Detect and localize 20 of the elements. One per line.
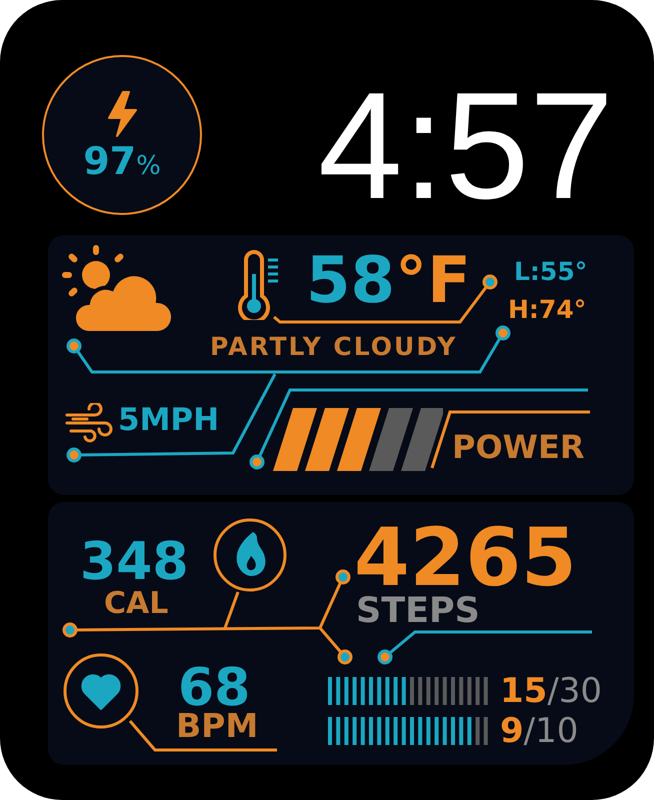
percent-sign: %: [136, 153, 161, 179]
calories-value: 348: [80, 536, 189, 588]
lightning-icon: [105, 90, 139, 138]
battery-percent: 97: [83, 142, 136, 180]
low-temperature: L:55°: [514, 259, 588, 284]
flame-icon: [213, 518, 287, 592]
goal-current: 9: [500, 714, 524, 748]
temperature-unit: °F: [395, 249, 471, 313]
temperature: 58: [306, 249, 396, 313]
power-label: POWER: [452, 431, 584, 463]
wind-icon: [65, 403, 113, 443]
goal-total: /10: [524, 714, 578, 748]
weather-condition: PARTLY CLOUDY: [210, 334, 458, 359]
steps-label: STEPS: [356, 594, 480, 629]
goal-current: 15: [500, 674, 548, 708]
time: 4:57: [318, 70, 614, 222]
high-temperature: H:74°: [508, 297, 586, 322]
calories-unit: CAL: [104, 589, 168, 619]
goal-total: /30: [547, 674, 602, 708]
wind-speed: 5MPH: [118, 405, 220, 436]
